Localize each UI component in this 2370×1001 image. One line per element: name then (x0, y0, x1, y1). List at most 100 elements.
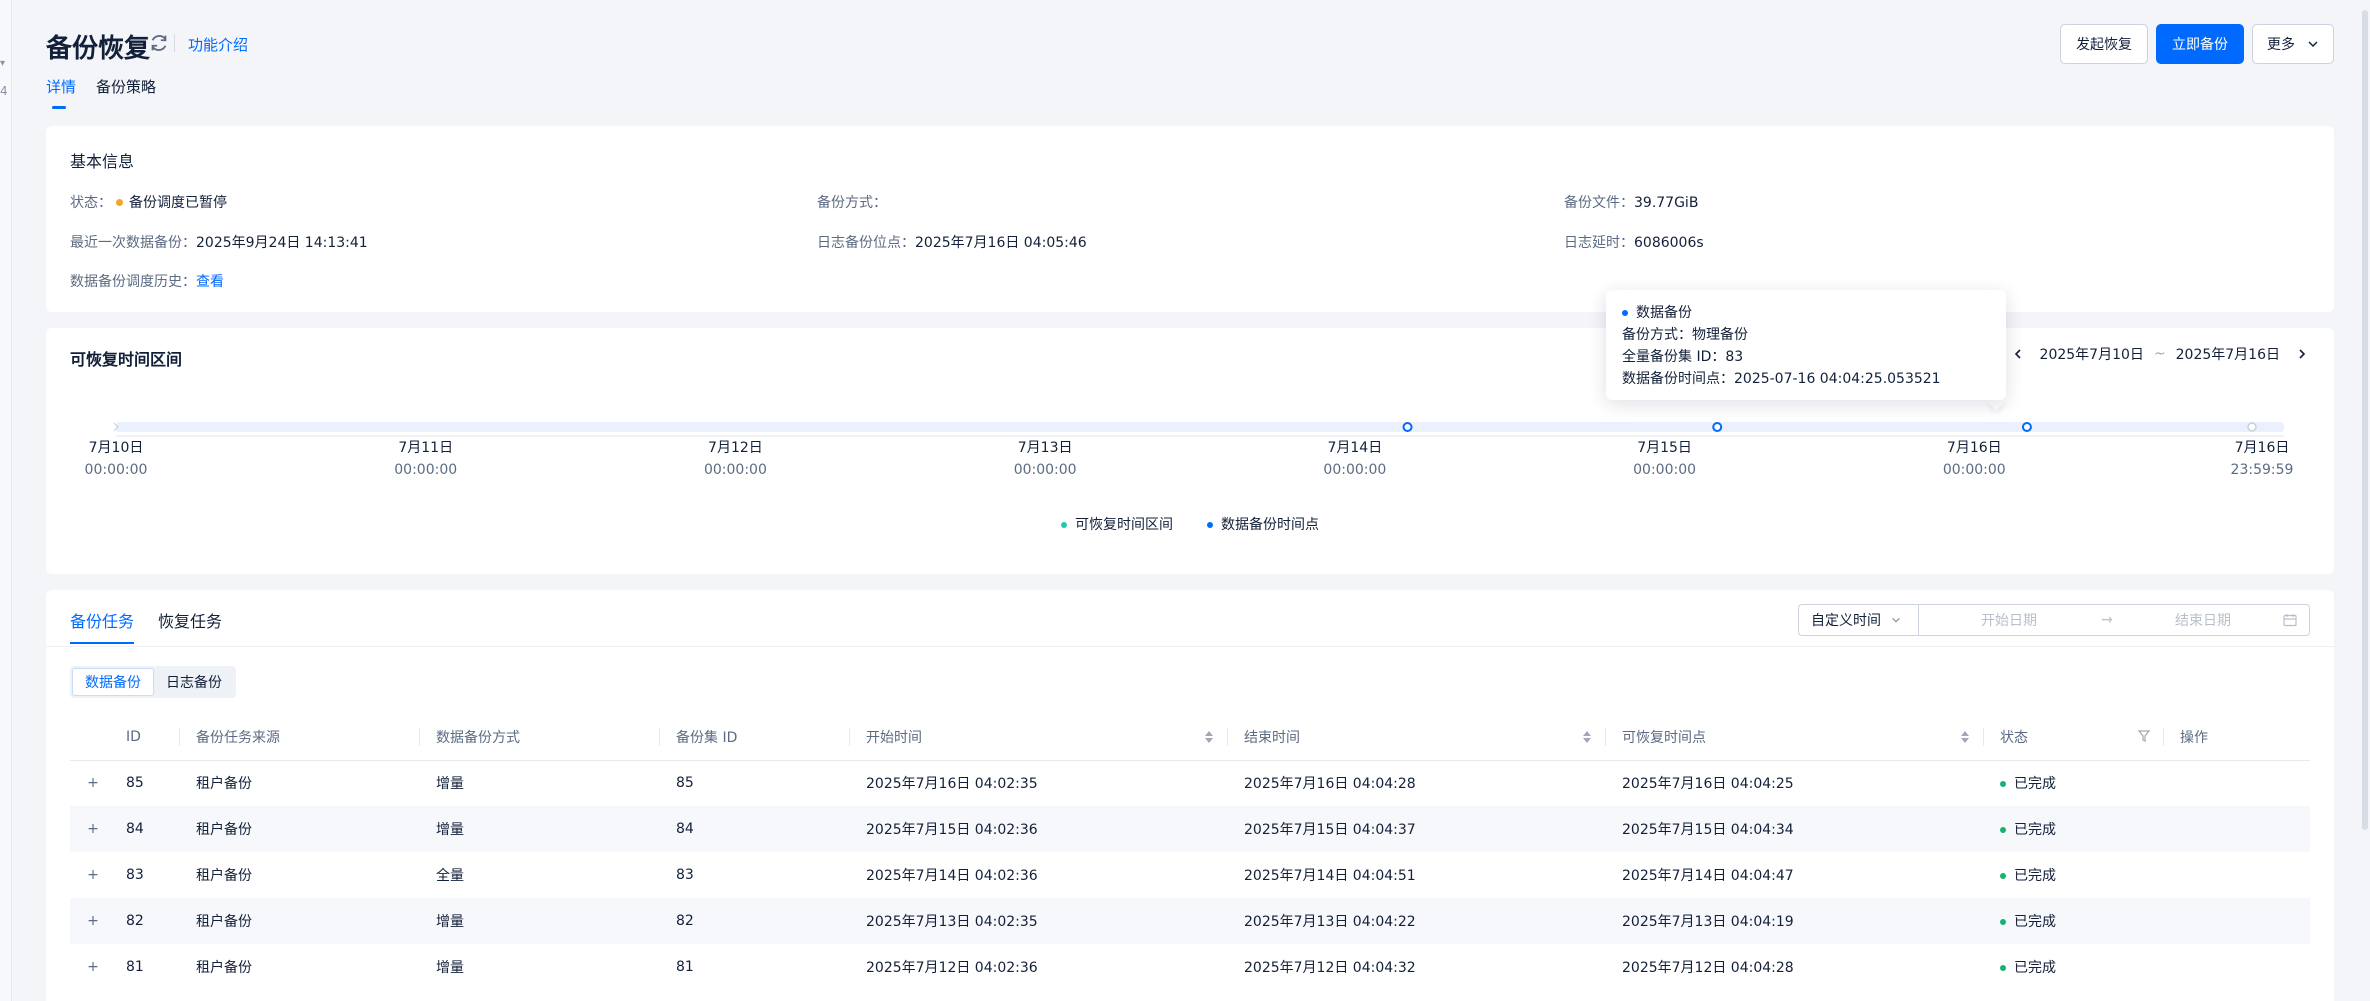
cell-id: +82 (70, 898, 180, 944)
col-start-time[interactable]: 开始时间 (850, 714, 1228, 761)
col-actions: 操作 (2164, 714, 2310, 761)
scrollbar-thumb[interactable] (2362, 10, 2368, 830)
next-range-icon[interactable] (2290, 342, 2314, 366)
cell-restorable-time: 2025年7月13日 04:04:19 (1606, 898, 1984, 944)
tooltip-method-label: 备份方式： (1622, 327, 1692, 343)
backup-now-button[interactable]: 立即备份 (2156, 24, 2244, 64)
row-status: 已完成 (2014, 822, 2056, 838)
tick-date-label: 7月13日 (1018, 440, 1073, 456)
task-tab-indicator (70, 642, 134, 644)
sort-icon[interactable] (1960, 730, 1970, 744)
cell-method: 增量 (436, 960, 464, 976)
cell-restorable-time: 2025年7月12日 04:04:28 (1622, 960, 1794, 976)
table-row[interactable]: +82 租户备份 增量 82 2025年7月13日 04:02:35 2025年7月13日… (70, 898, 2310, 944)
view-history-link[interactable]: 查看 (196, 274, 224, 290)
page-scrollbar[interactable] (2360, 0, 2370, 1001)
log-point-value: 2025年7月16日 04:05:46 (915, 235, 1087, 251)
calendar-icon[interactable] (2283, 613, 2297, 627)
tooltip-time-label: 数据备份时间点： (1622, 371, 1734, 387)
backup-point-marker[interactable] (2021, 422, 2032, 432)
left-nav-number: 4 (0, 84, 8, 98)
sort-icon[interactable] (1582, 730, 1592, 744)
col-method: 数据备份方式 (420, 714, 660, 761)
range-arrow: → (2101, 612, 2113, 628)
expand-row-icon[interactable]: + (86, 775, 100, 791)
range-tilde: ~ (2153, 346, 2166, 362)
tab-restore-tasks[interactable]: 恢复任务 (158, 608, 222, 632)
segment-log-backup[interactable]: 日志备份 (154, 668, 234, 696)
status-dot (116, 199, 123, 206)
expand-row-icon[interactable]: + (86, 959, 100, 975)
col-status-label: 状态 (2000, 729, 2028, 746)
collapse-icon[interactable]: ▾ (0, 58, 5, 69)
cell-status: 已完成 (1984, 944, 2164, 990)
feature-intro-link[interactable]: 功能介绍 (188, 34, 248, 55)
cell-start-time: 2025年7月15日 04:02:36 (850, 806, 1228, 852)
backup-file-value: 39.77GiB (1634, 195, 1699, 211)
cell-method: 增量 (436, 776, 464, 793)
tick-time-label: 00:00:00 (85, 462, 148, 478)
more-dropdown-button[interactable]: 更多 (2252, 24, 2334, 64)
tick-date-label: 7月11日 (398, 440, 453, 456)
cell-source: 租户备份 (180, 806, 420, 852)
prev-range-icon[interactable] (2006, 342, 2030, 366)
end-date-input[interactable]: 结束日期 (2175, 610, 2231, 630)
table-row[interactable]: +83 租户备份 全量 83 2025年7月14日 04:02:36 2025年7月14日… (70, 852, 2310, 898)
tooltip-set-label: 全量备份集 ID： (1622, 349, 1726, 365)
status-success-dot (2000, 965, 2006, 971)
backup-point-marker[interactable] (1712, 422, 1723, 432)
col-restorable-time[interactable]: 可恢复时间点 (1606, 714, 1984, 761)
status-success-dot (2000, 873, 2006, 879)
table-row[interactable]: +84 租户备份 增量 84 2025年7月15日 04:02:36 2025年7月15日… (70, 806, 2310, 852)
cell-actions (2164, 806, 2310, 852)
log-point-label: 日志备份位点： (817, 235, 915, 251)
cell-actions (2164, 760, 2310, 806)
col-end-time[interactable]: 结束时间 (1228, 714, 1606, 761)
backup-task-table: ID 备份任务来源 数据备份方式 备份集 ID 开始时间 结束时间 可恢复时间点… (70, 714, 2310, 990)
refresh-icon[interactable] (148, 32, 170, 54)
start-date-input[interactable]: 开始日期 (1981, 610, 2037, 630)
cell-id: +85 (70, 760, 180, 806)
expand-row-icon[interactable]: + (86, 867, 100, 883)
backup-method-label: 备份方式： (817, 195, 887, 211)
table-header-row: ID 备份任务来源 数据备份方式 备份集 ID 开始时间 结束时间 可恢复时间点… (70, 714, 2310, 761)
last-backup-label: 最近一次数据备份： (70, 235, 196, 251)
time-range-filter: 自定义时间 开始日期 → 结束日期 (1798, 604, 2310, 636)
backup-point-tooltip: 数据备份 备份方式：物理备份 全量备份集 ID：83 数据备份时间点：2025-… (1606, 290, 2006, 400)
sort-icon[interactable] (1204, 730, 1214, 744)
filter-icon[interactable] (2138, 730, 2150, 742)
status-value: 备份调度已暂停 (129, 195, 227, 211)
cell-status: 已完成 (1984, 806, 2164, 852)
cell-restorable-time: 2025年7月14日 04:04:47 (1622, 868, 1794, 884)
table-row[interactable]: +85 租户备份 增量 85 2025年7月16日 04:02:35 2025年7月16日… (70, 760, 2310, 806)
tab-details[interactable]: 详情 (46, 76, 76, 97)
expand-row-icon[interactable]: + (86, 913, 100, 929)
cell-method: 全量 (436, 868, 464, 884)
tick-date-label: 7月16日 (1947, 440, 2002, 456)
cell-restorable-time: 2025年7月15日 04:04:34 (1606, 806, 1984, 852)
basic-info-card: 基本信息 状态： 备份调度已暂停 备份方式： 备份文件：39.77GiB 最近一次… (46, 126, 2334, 312)
col-set-id-label: 备份集 ID (676, 729, 738, 746)
tick-date-label: 7月12日 (708, 440, 763, 456)
time-mode-select[interactable]: 自定义时间 (1799, 605, 1919, 635)
start-restore-button[interactable]: 发起恢复 (2060, 24, 2148, 64)
restorable-range-title: 可恢复时间区间 (70, 350, 183, 369)
backup-point-marker[interactable] (1402, 422, 1413, 432)
row-id: 85 (126, 775, 144, 792)
cell-set-id: 81 (676, 959, 694, 975)
row-status: 已完成 (2014, 960, 2056, 976)
col-status[interactable]: 状态 (1984, 714, 2164, 761)
col-id-label: ID (126, 728, 141, 745)
tooltip-time-value: 2025-07-16 04:04:25.053521 (1734, 371, 1941, 387)
tasks-card: 备份任务 恢复任务 自定义时间 开始日期 → 结束日期 数据备份 日志备份 ID… (46, 590, 2334, 1001)
segment-data-backup[interactable]: 数据备份 (72, 668, 154, 696)
tick-date-label: 7月15日 (1637, 440, 1692, 456)
tab-backup-policy[interactable]: 备份策略 (96, 76, 156, 97)
legend-point-dot (1207, 522, 1213, 528)
row-id: 84 (126, 821, 144, 837)
expand-row-icon[interactable]: + (86, 821, 100, 837)
table-row[interactable]: +81 租户备份 增量 81 2025年7月12日 04:02:36 2025年7月12日… (70, 944, 2310, 990)
tab-backup-tasks[interactable]: 备份任务 (70, 608, 134, 632)
last-backup-value: 2025年9月24日 14:13:41 (196, 235, 368, 251)
col-end-label: 结束时间 (1244, 729, 1300, 746)
